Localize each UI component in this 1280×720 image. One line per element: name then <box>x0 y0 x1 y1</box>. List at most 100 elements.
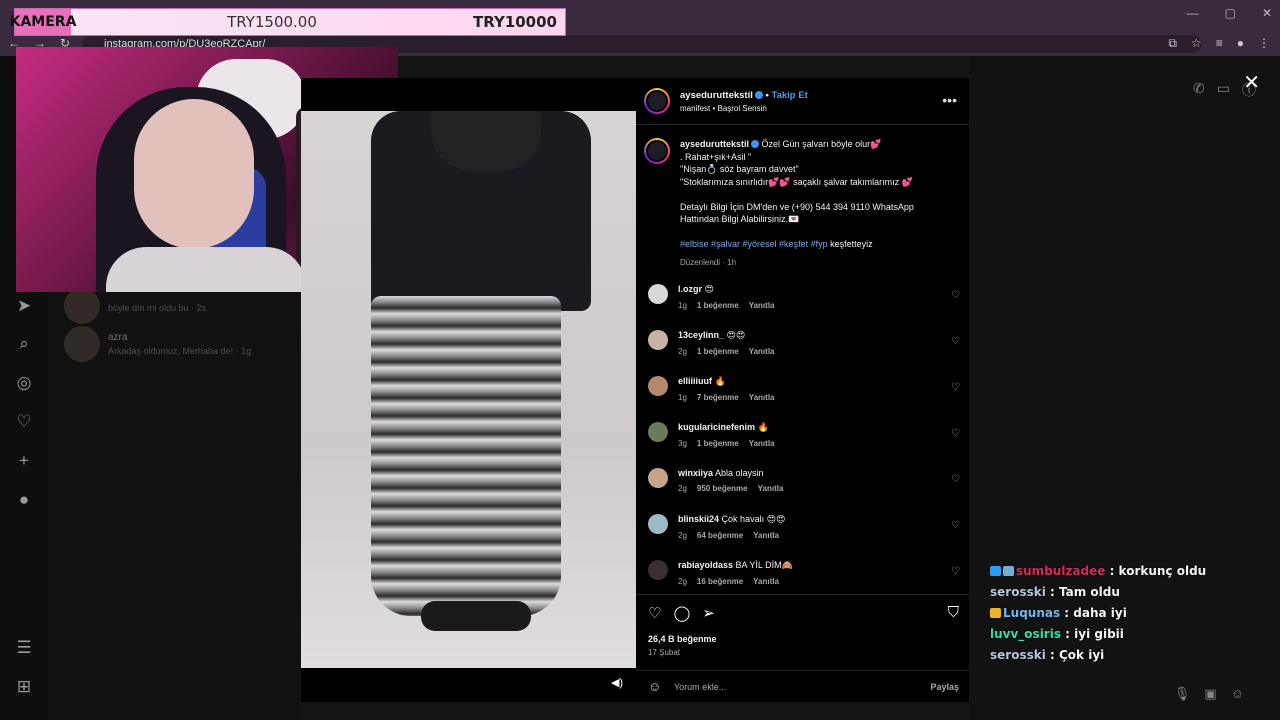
search-icon[interactable]: ⌕ <box>14 334 34 354</box>
dm-preview: Arkadaş oldumuz, Merhaba de! · 1g <box>108 346 252 356</box>
minimize-icon[interactable]: — <box>1187 6 1199 20</box>
profile-avatar-icon[interactable]: ● <box>14 490 34 510</box>
mic-icon[interactable]: 🎙 <box>1174 686 1191 702</box>
video-call-icon[interactable]: ▭ <box>1217 80 1230 100</box>
comment-like-icon[interactable]: ♡ <box>951 428 960 439</box>
reply-button[interactable]: Yanıtla <box>753 531 779 540</box>
comment-like-icon[interactable]: ♡ <box>951 566 960 577</box>
avatar[interactable] <box>648 422 668 442</box>
comment-likes[interactable]: 1 beğenme <box>697 347 739 356</box>
verified-icon <box>751 140 760 148</box>
avatar[interactable] <box>648 284 668 304</box>
post-panel: aysedurutte­kstil • Takip Et manifest • … <box>636 78 969 702</box>
post-audio[interactable]: manifest • Başrol Sensin <box>680 104 808 113</box>
more-menu-icon[interactable]: ☰ <box>14 638 34 658</box>
chat-text: : korkunç oldu <box>1109 564 1207 578</box>
avatar[interactable] <box>644 138 670 164</box>
close-modal-icon[interactable]: ✕ <box>1243 70 1260 95</box>
close-window-icon[interactable]: ✕ <box>1262 6 1272 20</box>
more-options-icon[interactable]: ••• <box>942 92 957 108</box>
comment-age: 2g <box>678 577 687 586</box>
comment-username[interactable]: l.ozgr <box>678 284 702 294</box>
emoji-icon[interactable]: ☺ <box>648 679 661 694</box>
reply-button[interactable]: Yanıtla <box>749 347 775 356</box>
heart-icon[interactable]: ♡ <box>14 412 34 432</box>
menu-icon[interactable]: ⋮ <box>1258 36 1270 51</box>
comment-item: blinskii24 Çok havalı 😍😍 2g 64 beğenme Yanı… <box>648 514 960 540</box>
comment-input[interactable]: Yorum ekle... <box>674 682 726 692</box>
explore-icon[interactable]: ◎ <box>14 373 34 393</box>
avatar[interactable] <box>648 560 668 580</box>
avatar[interactable] <box>644 88 670 114</box>
comment-likes[interactable]: 64 beğenme <box>697 531 743 540</box>
reply-button[interactable]: Yanıtla <box>749 439 775 448</box>
follow-button[interactable]: Takip Et <box>771 90 807 101</box>
divider <box>636 124 969 125</box>
comment-like-icon[interactable]: ♡ <box>951 520 960 531</box>
comment-age: 3g <box>678 439 687 448</box>
post-actions: ♡ ◯ ➢ <box>648 604 715 622</box>
reading-list-icon[interactable]: ≡ <box>1216 36 1223 51</box>
comment-like-icon[interactable]: ♡ <box>951 474 960 485</box>
face-shape <box>134 99 254 249</box>
maximize-icon[interactable]: ▢ <box>1225 6 1236 20</box>
chat-username[interactable]: Luqunas <box>1003 606 1060 620</box>
share-icon[interactable]: ➢ <box>702 604 715 622</box>
avatar[interactable] <box>648 376 668 396</box>
chat-username[interactable]: serosski <box>990 648 1046 662</box>
comment-like-icon[interactable]: ♡ <box>951 290 960 301</box>
avatar[interactable] <box>648 330 668 350</box>
reply-button[interactable]: Yanıtla <box>758 484 784 493</box>
bookmark-star-icon[interactable]: ☆ <box>1191 36 1202 51</box>
reply-button[interactable]: Yanıtla <box>753 577 779 586</box>
comment-age: 1g <box>678 301 687 310</box>
save-icon[interactable]: ⛉ <box>948 604 959 621</box>
caption-line <box>680 226 960 239</box>
reels-icon[interactable]: ➤ <box>14 296 34 316</box>
comment-like-icon[interactable]: ♡ <box>951 382 960 393</box>
post-caption: aysedurutte­kstil Özel Gün şalvarı böyle… <box>644 138 960 269</box>
avatar[interactable] <box>648 514 668 534</box>
comment-likes[interactable]: 950 beğenme <box>697 484 748 493</box>
stream-chat: sumbulzadee : korkunç oldu serosski : Tam… <box>990 564 1250 669</box>
chat-message: sumbulzadee : korkunç oldu <box>990 564 1250 578</box>
chat-username[interactable]: luvv_osiris <box>990 627 1061 641</box>
comment-icon[interactable]: ◯ <box>673 604 690 622</box>
chat-username[interactable]: sumbulzadee <box>1016 564 1105 578</box>
comment-username[interactable]: rabiayoldass <box>678 560 733 570</box>
install-app-icon[interactable]: ⧉ <box>1168 36 1177 51</box>
caption-username[interactable]: aysedurutte­kstil <box>680 139 749 149</box>
goal-label: KAMERA <box>10 9 76 35</box>
profile-icon[interactable]: ● <box>1237 36 1244 51</box>
comment-username[interactable]: elliiiiuuf <box>678 376 712 386</box>
reply-button[interactable]: Yanıtla <box>749 393 775 402</box>
call-icon[interactable]: ✆ <box>1193 80 1205 100</box>
comment-likes[interactable]: 1 beğenme <box>697 301 739 310</box>
create-icon[interactable]: + <box>14 451 34 471</box>
post-comment-button[interactable]: Paylaş <box>930 682 959 692</box>
post-header: aysedurutte­kstil • Takip Et manifest • … <box>644 88 808 114</box>
comment-username[interactable]: 13ceylinn_ <box>678 330 724 340</box>
comment-likes[interactable]: 1 beğenme <box>697 439 739 448</box>
avatar[interactable] <box>648 468 668 488</box>
post-username[interactable]: aysedurutte­kstil <box>680 90 753 101</box>
comment-username[interactable]: kugularicinefenim <box>678 422 755 432</box>
hashtags[interactable]: #elbise #şalvar #yöresel #keşfet #fyp <box>680 239 828 249</box>
dm-item[interactable]: azra Arkadaş oldumuz, Merhaba de! · 1g <box>64 326 251 362</box>
apps-icon[interactable]: ⊞ <box>14 677 34 697</box>
image-icon[interactable]: ▣ <box>1204 686 1216 702</box>
like-icon[interactable]: ♡ <box>648 604 661 622</box>
chat-username[interactable]: serosski <box>990 585 1046 599</box>
dm-item[interactable]: böyle dm mi oldu bu · 2s <box>64 288 206 324</box>
comment-likes[interactable]: 16 beğenme <box>697 577 743 586</box>
comment-like-icon[interactable]: ♡ <box>951 336 960 347</box>
sticker-icon[interactable]: ☺ <box>1231 686 1244 702</box>
comment-username[interactable]: winxiiya <box>678 468 713 478</box>
likes-count[interactable]: 26,4 B beğenme <box>648 634 717 644</box>
comment-likes[interactable]: 7 beğenme <box>697 393 739 402</box>
mute-icon[interactable]: ◀) <box>608 674 626 692</box>
reply-button[interactable]: Yanıtla <box>749 301 775 310</box>
post-video[interactable]: ◀) <box>301 78 636 702</box>
comment-username[interactable]: blinskii24 <box>678 514 719 524</box>
caption-line: "Stoklarımıza sınırlıdır💕💕 saçaklı şalva… <box>680 176 913 187</box>
